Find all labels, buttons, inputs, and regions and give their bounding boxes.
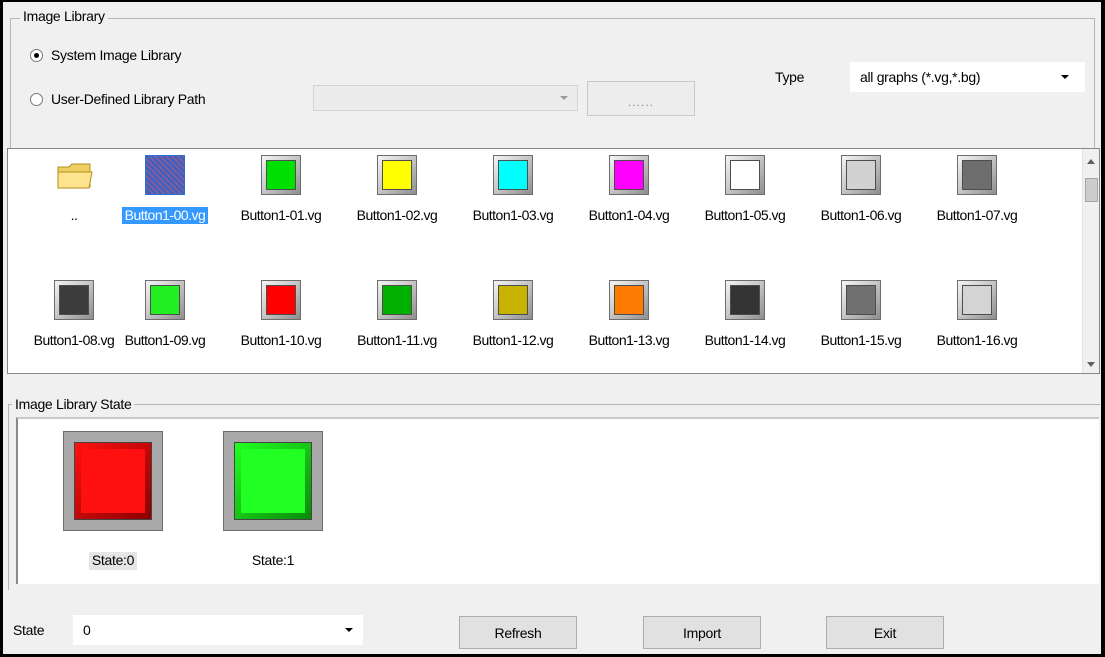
button-thumbnail-icon bbox=[841, 280, 881, 320]
folder-icon bbox=[57, 163, 93, 189]
partial-thumbnail-icon bbox=[957, 373, 997, 374]
partial-thumbnail-icon bbox=[609, 373, 649, 374]
partial-thumbnail-icon bbox=[54, 373, 94, 374]
button-thumbnail-icon bbox=[377, 280, 417, 320]
image-library-group-title: Image Library bbox=[20, 8, 108, 24]
partial-thumbnail-icon bbox=[145, 373, 185, 374]
type-combo-value: all graphs (*.vg,*.bg) bbox=[860, 69, 981, 85]
file-name-label: Button1-10.vg bbox=[240, 332, 322, 348]
chevron-down-icon bbox=[560, 96, 568, 100]
file-name-label: Button1-02.vg bbox=[356, 207, 438, 223]
button-thumbnail-icon bbox=[54, 280, 94, 320]
state-item-1[interactable]: State:1 bbox=[215, 431, 325, 581]
partial-thumbnail-icon bbox=[841, 373, 881, 374]
file-item-button1-10[interactable]: Button1-10.vg bbox=[223, 274, 339, 373]
file-name-label: Button1-12.vg bbox=[472, 332, 554, 348]
state-combo-value: 0 bbox=[83, 622, 91, 638]
file-item-button1-01[interactable]: Button1-01.vg bbox=[223, 149, 339, 249]
file-name-label: Button1-05.vg bbox=[704, 207, 786, 223]
button-thumbnail-icon bbox=[725, 155, 765, 195]
image-library-state-title: Image Library State bbox=[12, 396, 135, 412]
file-item-button1-15[interactable]: Button1-15.vg bbox=[803, 274, 919, 373]
button-thumbnail-icon bbox=[957, 280, 997, 320]
state-0-button-image bbox=[63, 431, 163, 531]
button-thumbnail-icon bbox=[261, 155, 301, 195]
browse-button[interactable]: ...... bbox=[587, 81, 695, 116]
state-item-0[interactable]: State:0 bbox=[55, 431, 165, 581]
file-item-button1-03[interactable]: Button1-03.vg bbox=[455, 149, 571, 249]
file-item-button1-06[interactable]: Button1-06.vg bbox=[803, 149, 919, 249]
system-library-label: System Image Library bbox=[51, 47, 182, 63]
state-preview-list[interactable]: State:0 State:1 bbox=[16, 417, 1099, 584]
file-item-button1-16[interactable]: Button1-16.vg bbox=[919, 274, 1035, 373]
scroll-up-arrow-icon[interactable] bbox=[1087, 159, 1095, 164]
image-file-list[interactable]: .. Button1-00.vg Button1-01.vg Button1-02.v… bbox=[7, 148, 1100, 374]
button-thumbnail-icon bbox=[261, 280, 301, 320]
button-thumbnail-icon bbox=[493, 280, 533, 320]
file-name-label: Button1-16.vg bbox=[936, 332, 1018, 348]
file-item-button1-13[interactable]: Button1-13.vg bbox=[571, 274, 687, 373]
scrollbar-thumb[interactable] bbox=[1085, 178, 1098, 202]
type-combo[interactable]: all graphs (*.vg,*.bg) bbox=[850, 62, 1085, 92]
chevron-down-icon bbox=[1061, 75, 1069, 79]
partial-thumbnail-icon bbox=[377, 373, 417, 374]
user-library-label: User-Defined Library Path bbox=[51, 91, 206, 107]
file-name-label: Button1-06.vg bbox=[820, 207, 902, 223]
button-thumbnail-icon bbox=[145, 280, 185, 320]
state-1-label: State:1 bbox=[251, 552, 295, 568]
button-thumbnail-icon bbox=[493, 155, 533, 195]
file-item-button1-14[interactable]: Button1-14.vg bbox=[687, 274, 803, 373]
file-item-button1-09[interactable]: Button1-09.vg bbox=[107, 274, 223, 373]
file-name-label: Button1-07.vg bbox=[936, 207, 1018, 223]
button-thumbnail-icon bbox=[145, 155, 185, 195]
file-name-label: Button1-01.vg bbox=[240, 207, 322, 223]
file-item-button1-11[interactable]: Button1-11.vg bbox=[339, 274, 455, 373]
radio-checked-icon bbox=[30, 48, 43, 62]
radio-unchecked-icon bbox=[30, 92, 43, 106]
file-name-label: Button1-04.vg bbox=[588, 207, 670, 223]
file-item-button1-12[interactable]: Button1-12.vg bbox=[455, 274, 571, 373]
file-item-button1-07[interactable]: Button1-07.vg bbox=[919, 149, 1035, 249]
scroll-down-arrow-icon[interactable] bbox=[1087, 362, 1095, 367]
partial-thumbnail-icon bbox=[493, 373, 533, 374]
button-thumbnail-icon bbox=[841, 155, 881, 195]
file-name-label: Button1-03.vg bbox=[472, 207, 554, 223]
chevron-down-icon bbox=[345, 628, 353, 632]
button-thumbnail-icon bbox=[725, 280, 765, 320]
vertical-scrollbar[interactable] bbox=[1082, 149, 1099, 373]
system-library-radio[interactable]: System Image Library bbox=[30, 47, 181, 63]
file-name-label: Button1-11.vg bbox=[357, 332, 437, 348]
file-item-button1-04[interactable]: Button1-04.vg bbox=[571, 149, 687, 249]
file-name-label: Button1-00.vg bbox=[121, 207, 209, 224]
library-path-combo[interactable] bbox=[313, 85, 578, 111]
button-thumbnail-icon bbox=[957, 155, 997, 195]
state-label: State bbox=[13, 622, 45, 638]
file-name-label: Button1-14.vg bbox=[704, 332, 786, 348]
partial-thumbnail-icon bbox=[261, 373, 301, 374]
button-thumbnail-icon bbox=[609, 155, 649, 195]
import-button[interactable]: Import bbox=[643, 616, 761, 649]
type-label: Type bbox=[775, 69, 805, 85]
file-item-button1-05[interactable]: Button1-05.vg bbox=[687, 149, 803, 249]
file-item-button1-00[interactable]: Button1-00.vg bbox=[107, 149, 223, 249]
file-name-label: Button1-08.vg bbox=[33, 332, 115, 348]
button-thumbnail-icon bbox=[609, 280, 649, 320]
file-name-label: Button1-09.vg bbox=[124, 332, 206, 348]
refresh-button[interactable]: Refresh bbox=[459, 616, 577, 649]
button-thumbnail-icon bbox=[377, 155, 417, 195]
file-item-button1-02[interactable]: Button1-02.vg bbox=[339, 149, 455, 249]
file-name-label: Button1-13.vg bbox=[588, 332, 670, 348]
user-library-radio[interactable]: User-Defined Library Path bbox=[30, 91, 206, 107]
exit-button[interactable]: Exit bbox=[826, 616, 944, 649]
state-combo[interactable]: 0 bbox=[73, 615, 363, 645]
state-0-label: State:0 bbox=[88, 552, 138, 570]
state-1-button-image bbox=[223, 431, 323, 531]
partial-thumbnail-icon bbox=[725, 373, 765, 374]
file-name-label: Button1-15.vg bbox=[820, 332, 902, 348]
parent-folder-label: .. bbox=[70, 207, 78, 223]
